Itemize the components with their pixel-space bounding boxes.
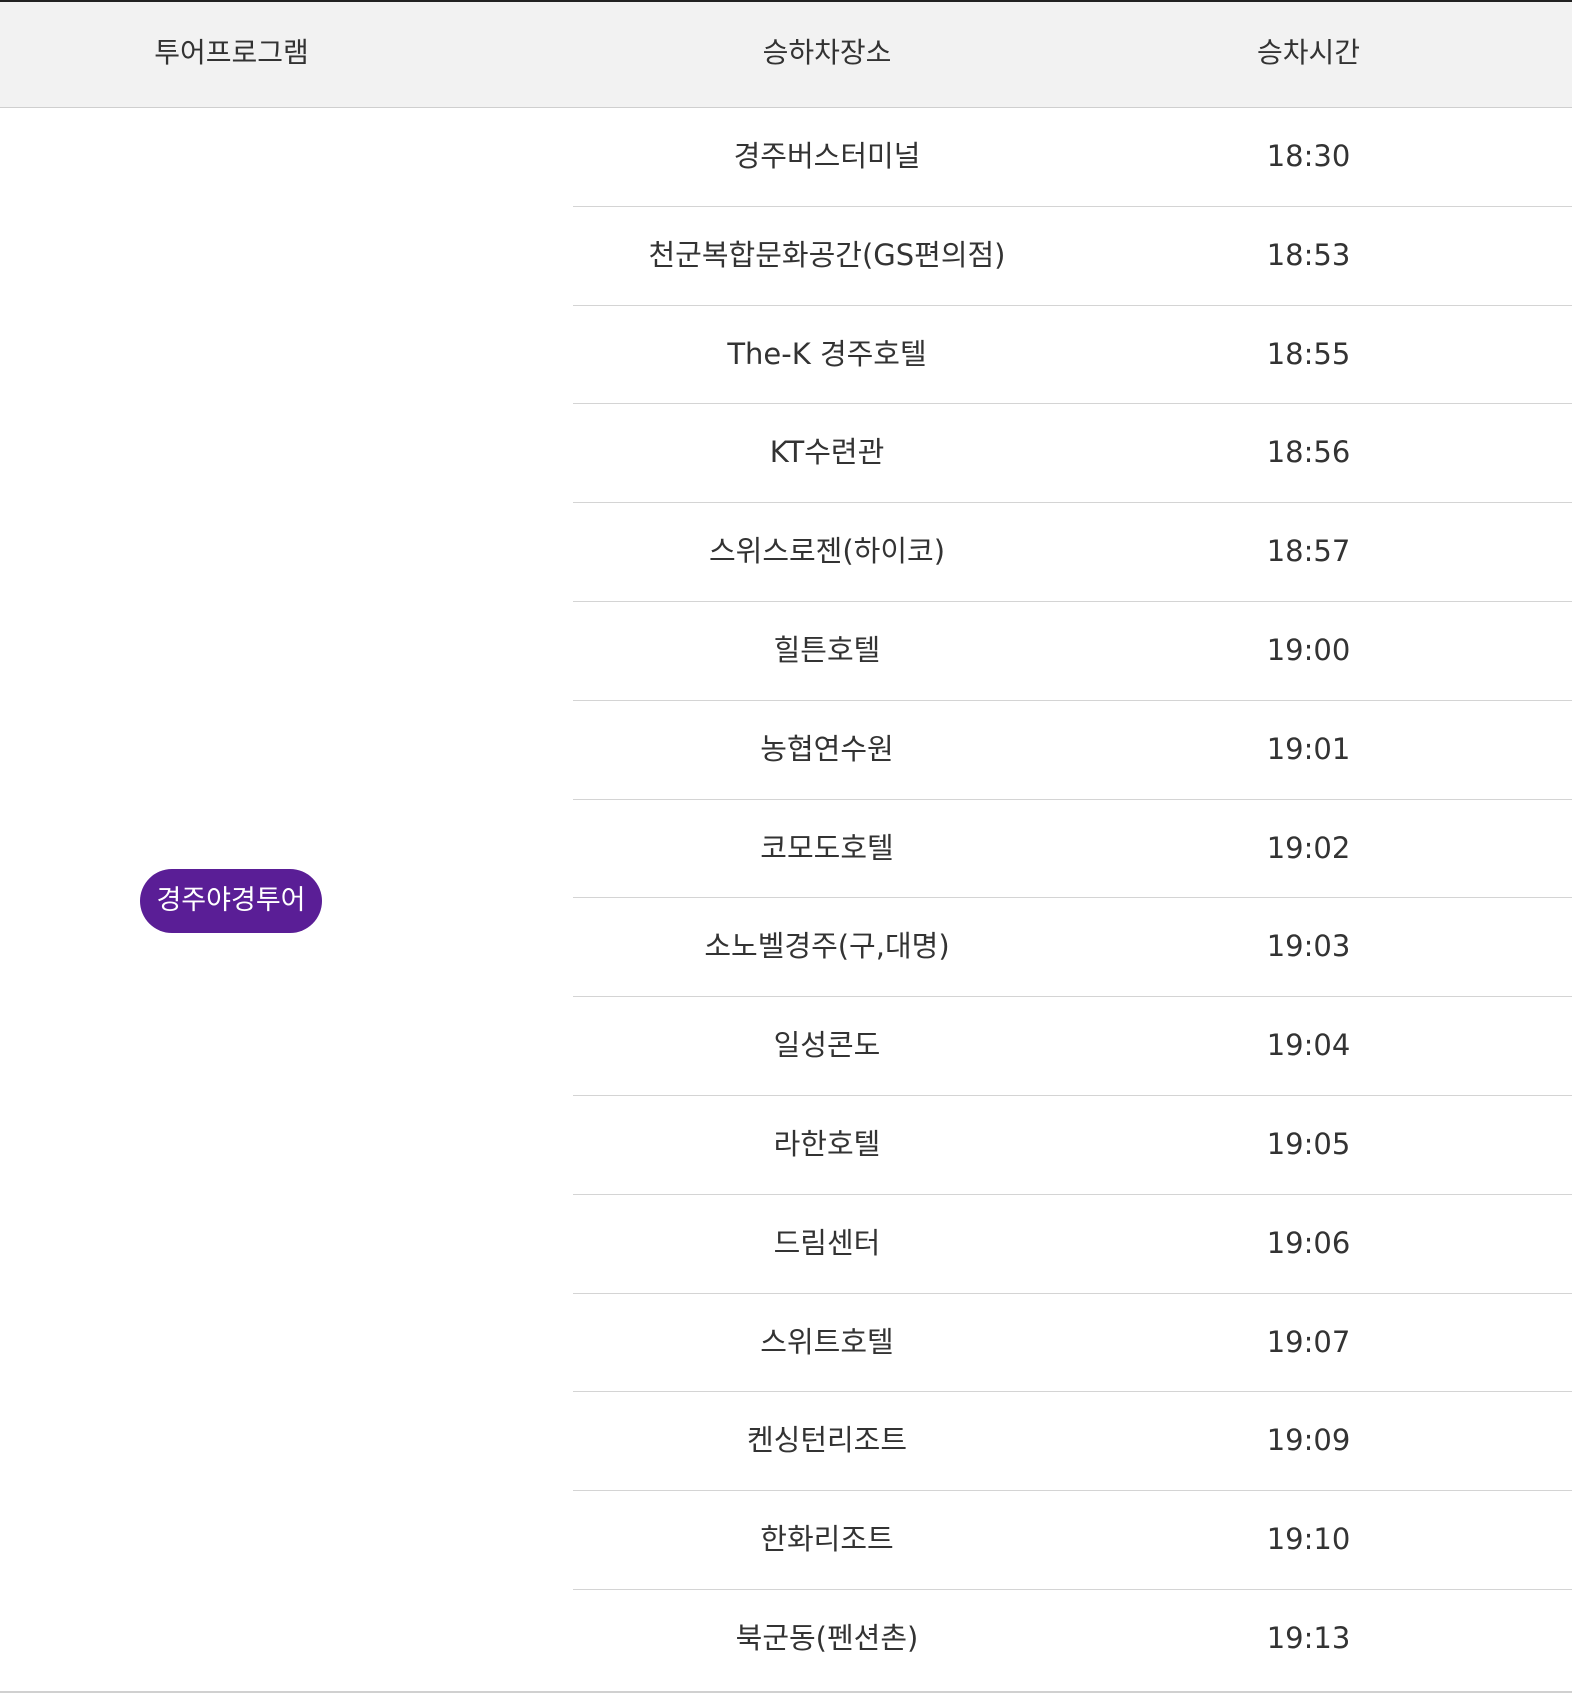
time-cell: 18:55: [1266, 336, 1351, 371]
place-cell: 소노벨경주(구,대명): [704, 929, 950, 964]
place-cell: 라한호텔: [773, 1126, 881, 1161]
time-cell: 19:13: [1266, 1620, 1351, 1655]
time-cell: 18:30: [1266, 139, 1351, 173]
table-row: 라한호텔 19:05: [573, 1096, 1572, 1195]
place-cell: 드림센터: [773, 1225, 881, 1260]
schedule-rows: 경주버스터미널 18:30 천군복합문화공간(GS편의점) 18:53 The-…: [573, 108, 1572, 1689]
place-cell: 스위스로젠(하이코): [708, 534, 946, 569]
header-pickup-time: 승차시간: [1256, 36, 1361, 69]
time-cell: 19:05: [1266, 1126, 1351, 1161]
place-cell: The-K 경주호텔: [727, 336, 927, 371]
table-row: 일성콘도 19:04: [573, 997, 1572, 1096]
place-cell: 경주버스터미널: [733, 139, 921, 173]
time-cell: 18:53: [1266, 237, 1351, 272]
place-cell: KT수련관: [769, 435, 885, 470]
place-cell: 농협연수원: [760, 731, 894, 766]
place-cell: 힐튼호텔: [773, 632, 881, 667]
place-cell: 북군동(펜션촌): [735, 1620, 919, 1655]
table-row: The-K 경주호텔 18:55: [573, 306, 1572, 405]
table-row: 스위스로젠(하이코) 18:57: [573, 503, 1572, 602]
time-cell: 18:56: [1266, 435, 1351, 470]
time-cell: 19:04: [1266, 1028, 1351, 1063]
pickup-schedule-table: 투어프로그램 승하차장소 승차시간 경주야경투어 경주버스터미널 18:30 천…: [0, 0, 1572, 1693]
table-row: 경주버스터미널 18:30: [573, 108, 1572, 207]
place-cell: 코모도호텔: [760, 830, 894, 865]
table-row: 스위트호텔 19:07: [573, 1294, 1572, 1393]
time-cell: 19:01: [1266, 731, 1351, 766]
header-pickup-place: 승하차장소: [762, 36, 892, 69]
time-cell: 19:09: [1266, 1423, 1351, 1458]
time-cell: 19:02: [1266, 830, 1351, 865]
time-cell: 19:07: [1266, 1324, 1351, 1359]
table-row: 드림센터 19:06: [573, 1195, 1572, 1294]
place-cell: 천군복합문화공간(GS편의점): [648, 237, 1006, 272]
header-tour-program: 투어프로그램: [154, 36, 309, 69]
place-cell: 켄싱턴리조트: [746, 1423, 908, 1458]
time-cell: 19:00: [1266, 632, 1351, 667]
table-body: 경주야경투어 경주버스터미널 18:30 천군복합문화공간(GS편의점) 18:…: [0, 108, 1572, 1693]
table-row: 힐튼호텔 19:00: [573, 602, 1572, 701]
program-cell: 경주야경투어: [0, 108, 463, 1691]
time-cell: 19:03: [1266, 929, 1351, 964]
place-cell: 스위트호텔: [760, 1324, 894, 1359]
time-cell: 19:06: [1266, 1225, 1351, 1260]
table-row: 한화리조트 19:10: [573, 1491, 1572, 1590]
table-header: 투어프로그램 승하차장소 승차시간: [0, 2, 1572, 108]
table-row: 농협연수원 19:01: [573, 701, 1572, 800]
program-badge: 경주야경투어: [140, 869, 322, 933]
place-cell: 한화리조트: [760, 1522, 894, 1557]
time-cell: 18:57: [1266, 534, 1351, 569]
place-cell: 일성콘도: [773, 1028, 881, 1063]
table-row: 북군동(펜션촌) 19:13: [573, 1590, 1572, 1689]
table-row: 천군복합문화공간(GS편의점) 18:53: [573, 207, 1572, 306]
time-cell: 19:10: [1266, 1522, 1351, 1557]
table-row: KT수련관 18:56: [573, 404, 1572, 504]
table-row: 코모도호텔 19:02: [573, 800, 1572, 899]
table-row: 소노벨경주(구,대명) 19:03: [573, 898, 1572, 998]
table-row: 켄싱턴리조트 19:09: [573, 1392, 1572, 1492]
